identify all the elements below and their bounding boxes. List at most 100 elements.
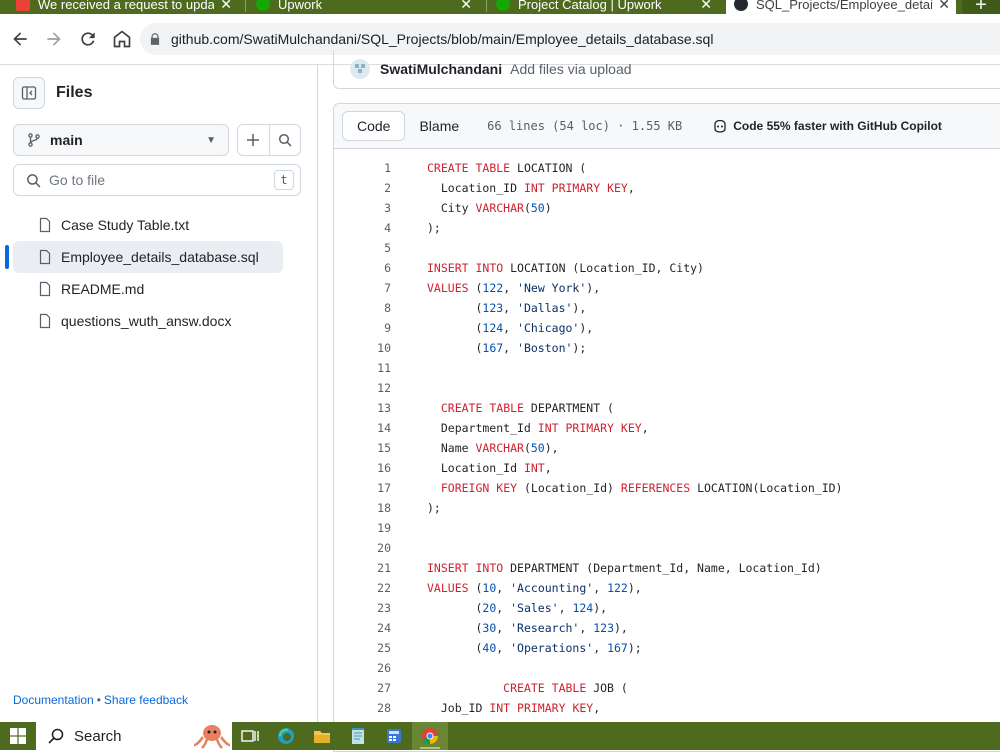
taskbar-search-label: Search xyxy=(74,727,122,745)
line-number[interactable]: 4 xyxy=(334,221,391,235)
home-icon xyxy=(113,30,131,48)
line-number[interactable]: 3 xyxy=(334,201,391,215)
line-number[interactable]: 14 xyxy=(334,421,391,435)
avatar[interactable] xyxy=(350,59,370,79)
gmail-icon xyxy=(16,0,30,11)
close-icon[interactable]: ✕ xyxy=(214,0,238,13)
start-button[interactable] xyxy=(0,722,36,750)
line-number[interactable]: 12 xyxy=(334,381,391,395)
line-number[interactable]: 13 xyxy=(334,401,391,415)
commit-message[interactable]: Add files via upload xyxy=(510,61,631,77)
taskbar-search[interactable]: Search xyxy=(36,722,232,750)
file-item[interactable]: README.md xyxy=(13,273,283,305)
code-line: 24 (30, 'Research', 123), xyxy=(334,618,1000,638)
branch-selector[interactable]: main ▼ xyxy=(13,124,229,156)
back-button[interactable] xyxy=(4,23,36,55)
code-line: 12 xyxy=(334,378,1000,398)
edge-browser-icon xyxy=(278,728,294,744)
line-number[interactable]: 18 xyxy=(334,501,391,515)
notepad-icon xyxy=(352,728,364,744)
upwork-icon xyxy=(256,0,270,11)
home-button[interactable] xyxy=(106,23,138,55)
line-number[interactable]: 1 xyxy=(334,161,391,175)
go-to-file-input[interactable] xyxy=(47,171,251,189)
line-number[interactable]: 26 xyxy=(334,661,391,675)
url-text: github.com/SwatiMulchandani/SQL_Projects… xyxy=(171,31,714,47)
line-number[interactable]: 5 xyxy=(334,241,391,255)
line-number[interactable]: 2 xyxy=(334,181,391,195)
browser-tab-gmail[interactable]: We received a request to update ✕ xyxy=(16,0,238,14)
code-line: 6 INSERT INTO LOCATION (Location_ID, City… xyxy=(334,258,1000,278)
reload-button[interactable] xyxy=(72,23,104,55)
line-number[interactable]: 9 xyxy=(334,321,391,335)
commit-author[interactable]: SwatiMulchandani xyxy=(380,61,502,77)
close-icon[interactable]: ✕ xyxy=(694,0,718,13)
windows-taskbar: Search xyxy=(0,722,1000,750)
tab-title: We received a request to update xyxy=(38,0,215,12)
code-line: 19 xyxy=(334,518,1000,538)
line-number[interactable]: 17 xyxy=(334,481,391,495)
code-line: 28 Job_ID INT PRIMARY KEY, xyxy=(334,698,1000,718)
browser-tab-upwork[interactable]: Upwork ✕ xyxy=(256,0,478,14)
line-number[interactable]: 24 xyxy=(334,621,391,635)
taskbar-edge[interactable] xyxy=(268,722,304,750)
taskbar-chrome[interactable] xyxy=(412,722,448,750)
task-view-button[interactable] xyxy=(232,722,268,750)
line-number[interactable]: 22 xyxy=(334,581,391,595)
line-number[interactable]: 11 xyxy=(334,361,391,375)
line-content: (124, 'Chicago'), xyxy=(427,321,594,335)
code-line: 3 City VARCHAR(50) xyxy=(334,198,1000,218)
new-tab-button[interactable]: + xyxy=(962,0,1000,14)
close-icon[interactable]: ✕ xyxy=(454,0,478,13)
go-to-file-search[interactable]: t xyxy=(13,164,301,196)
line-number[interactable]: 23 xyxy=(334,601,391,615)
line-number[interactable]: 19 xyxy=(334,521,391,535)
close-icon[interactable]: ✕ xyxy=(932,0,956,13)
line-number[interactable]: 6 xyxy=(334,261,391,275)
line-number[interactable]: 20 xyxy=(334,541,391,555)
taskbar-file-explorer[interactable] xyxy=(304,722,340,750)
line-number[interactable]: 10 xyxy=(334,341,391,355)
code-line: 15 Name VARCHAR(50), xyxy=(334,438,1000,458)
tab-code[interactable]: Code xyxy=(342,111,406,141)
code-view: 1 CREATE TABLE LOCATION (2 Location_ID IN… xyxy=(334,158,1000,718)
line-content: (40, 'Operations', 167); xyxy=(427,641,642,655)
collapse-sidebar-button[interactable] xyxy=(13,77,45,109)
line-number[interactable]: 16 xyxy=(334,461,391,475)
file-item[interactable]: questions_wuth_answ.docx xyxy=(13,305,283,337)
search-files-button[interactable] xyxy=(268,125,301,155)
chrome-browser-icon xyxy=(422,728,438,744)
taskbar-notepad[interactable] xyxy=(340,722,376,750)
arrow-right-icon xyxy=(47,32,61,46)
line-number[interactable]: 7 xyxy=(334,281,391,295)
line-number[interactable]: 15 xyxy=(334,441,391,455)
code-line: 18); xyxy=(334,498,1000,518)
browser-tab-github[interactable]: SQL_Projects/Employee_details_d ✕ xyxy=(726,0,956,14)
line-number[interactable]: 21 xyxy=(334,561,391,575)
line-number[interactable]: 8 xyxy=(334,301,391,315)
folder-icon xyxy=(314,731,330,743)
line-content: Location_ID INT PRIMARY KEY, xyxy=(427,181,635,195)
tab-blame[interactable]: Blame xyxy=(405,111,473,141)
line-number[interactable]: 27 xyxy=(334,681,391,695)
plus-icon xyxy=(247,134,260,146)
line-content: (167, 'Boston'); xyxy=(427,341,587,355)
calculator-icon xyxy=(387,729,401,743)
file-item[interactable]: Case Study Table.txt xyxy=(13,209,283,241)
lock-icon xyxy=(150,33,160,45)
user-avatar-icon xyxy=(355,64,365,73)
copilot-icon xyxy=(714,119,726,133)
documentation-link[interactable]: Documentation xyxy=(13,693,94,707)
add-file-button[interactable] xyxy=(238,125,269,155)
search-icon xyxy=(48,728,64,744)
task-view-icon xyxy=(241,730,259,742)
chevron-down-icon: ▼ xyxy=(206,134,216,146)
line-number[interactable]: 25 xyxy=(334,641,391,655)
copilot-promo[interactable]: Code 55% faster with GitHub Copilot xyxy=(712,118,942,134)
share-feedback-link[interactable]: Share feedback xyxy=(104,693,188,707)
forward-button[interactable] xyxy=(38,23,70,55)
taskbar-calculator[interactable] xyxy=(376,722,412,750)
line-number[interactable]: 28 xyxy=(334,701,391,715)
file-item-selected[interactable]: Employee_details_database.sql xyxy=(5,241,283,273)
browser-tab-project-catalog[interactable]: Project Catalog | Upwork ✕ xyxy=(496,0,718,14)
